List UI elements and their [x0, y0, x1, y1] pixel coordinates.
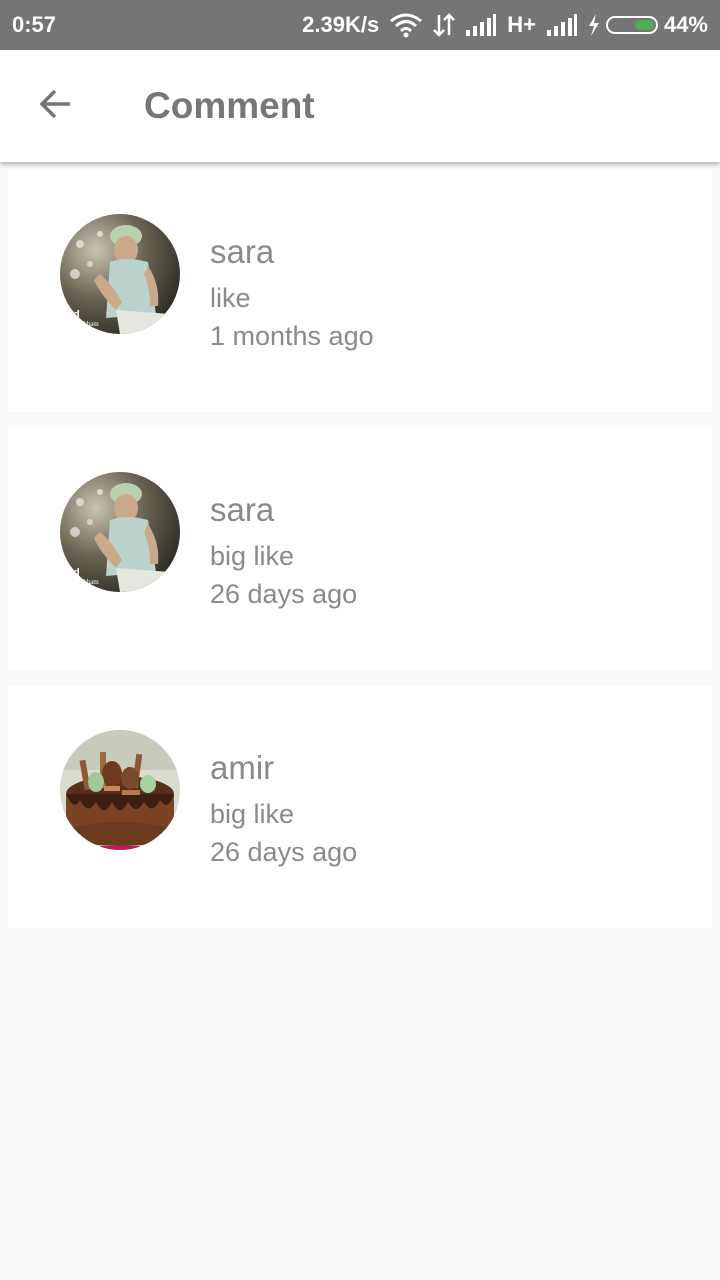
battery-percent: 44%: [663, 12, 708, 37]
cake-photo-image: [60, 730, 180, 850]
signal-icon: [465, 14, 497, 36]
arrow-left-icon: [38, 86, 74, 127]
signal-icon-2: [546, 14, 578, 36]
wifi-icon: [389, 12, 423, 38]
comment-body: big like: [210, 541, 295, 571]
status-time: 0:57: [12, 12, 57, 37]
battery-icon: [605, 16, 658, 34]
network-type: H+: [507, 12, 536, 37]
comment-item[interactable]: amir big like 26 days ago: [8, 686, 712, 928]
avatar[interactable]: id ckham: [60, 472, 180, 592]
avatar[interactable]: [60, 730, 180, 850]
battery-fill: [634, 20, 654, 30]
comment-item[interactable]: id ckham sara like 1 months ago: [8, 170, 712, 412]
comment-username[interactable]: sara: [210, 232, 374, 272]
comment-list[interactable]: id ckham sara like 1 months ago id ckham…: [8, 170, 712, 944]
person-photo-image: id ckham: [60, 472, 180, 592]
back-button[interactable]: [28, 78, 84, 134]
status-bar: 0:57 2.39K/s H+ 44%: [0, 0, 720, 50]
svg-text:id: id: [70, 309, 80, 321]
comment-body: like: [210, 283, 251, 313]
comment-timestamp: 1 months ago: [210, 321, 374, 351]
app-bar: Comment: [0, 50, 720, 162]
comment-username[interactable]: amir: [210, 748, 357, 788]
battery-indicator: 44%: [588, 12, 708, 38]
data-transfer-icon: [433, 13, 456, 37]
comment-text-block: amir big like 26 days ago: [210, 748, 357, 870]
page-title: Comment: [144, 85, 315, 126]
comment-body: big like: [210, 799, 295, 829]
avatar[interactable]: id ckham: [60, 214, 180, 334]
comment-timestamp: 26 days ago: [210, 579, 358, 609]
comment-timestamp: 26 days ago: [210, 837, 358, 867]
svg-text:id: id: [70, 567, 80, 579]
comment-text-block: sara big like 26 days ago: [210, 490, 357, 612]
svg-text:ckham: ckham: [80, 320, 99, 328]
svg-text:ckham: ckham: [80, 578, 99, 586]
comment-text-block: sara like 1 months ago: [210, 232, 374, 354]
comment-item[interactable]: id ckham sara big like 26 days ago: [8, 428, 712, 670]
status-indicators: 2.39K/s H+ 44%: [302, 12, 708, 38]
charging-icon: [588, 14, 600, 36]
network-speed: 2.39K/s: [302, 12, 380, 37]
comment-username[interactable]: sara: [210, 490, 357, 530]
person-photo-image: id ckham: [60, 214, 180, 334]
